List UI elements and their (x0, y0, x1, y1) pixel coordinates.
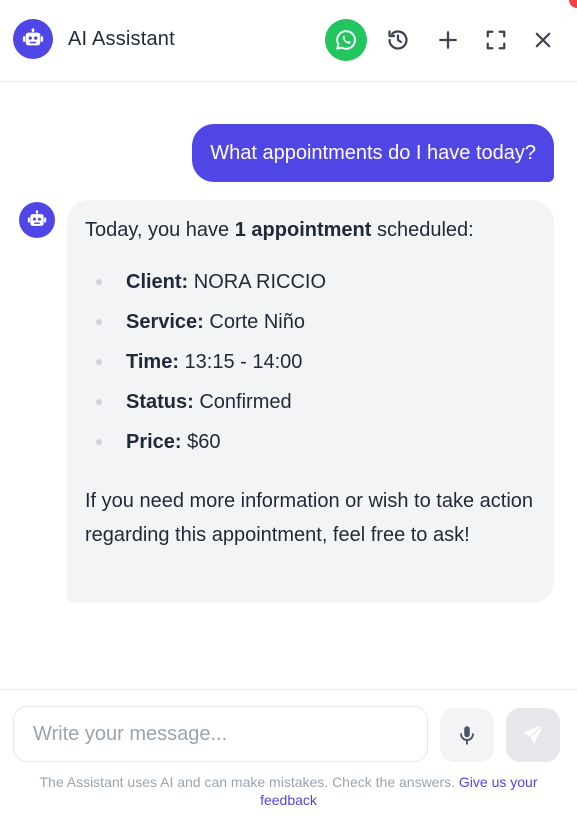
chat-header: AI Assistant (0, 0, 577, 82)
plus-icon (439, 31, 457, 49)
intro-text: Today, you have (85, 219, 235, 241)
detail-client: Client: NORA RICCIO (85, 262, 536, 302)
detail-time: Time: 13:15 - 14:00 (85, 342, 536, 382)
detail-price: Price: $60 (85, 422, 536, 462)
whatsapp-button[interactable] (325, 19, 367, 61)
close-button[interactable] (522, 20, 564, 60)
detail-label: Price: (126, 431, 182, 453)
assistant-avatar (13, 19, 53, 59)
bot-intro: Today, you have 1 appointment scheduled: (85, 216, 536, 244)
bot-outro: If you need more information or wish to … (85, 490, 534, 546)
detail-value: NORA RICCIO (188, 271, 327, 293)
detail-value: 13:15 - 14:00 (178, 351, 303, 373)
history-button[interactable] (377, 20, 419, 60)
bot-avatar (19, 202, 55, 238)
history-icon (388, 30, 408, 50)
disclaimer-text: The Assistant uses AI and can make mista… (39, 774, 456, 790)
intro-bold-text: 1 appointment (234, 219, 372, 241)
send-button[interactable] (506, 708, 560, 762)
message-input-wrapper (13, 706, 428, 762)
detail-label: Time: (126, 351, 179, 373)
detail-value: $60 (181, 431, 221, 453)
appointment-details: Client: NORA RICCIO Service: Corte Niño … (85, 262, 536, 462)
detail-service: Service: Corte Niño (85, 302, 536, 342)
close-icon (535, 32, 551, 48)
message-input[interactable] (14, 707, 427, 761)
user-message: What appointments do I have today? (192, 124, 554, 182)
fullscreen-button[interactable] (475, 20, 517, 60)
send-icon (522, 724, 544, 745)
chat-title: AI Assistant (68, 28, 175, 50)
robot-icon (22, 28, 44, 46)
detail-label: Status: (126, 391, 194, 413)
intro-text-end: scheduled: (371, 219, 474, 241)
detail-label: Client: (126, 271, 189, 293)
microphone-button[interactable] (440, 708, 494, 762)
ai-disclaimer: The Assistant uses AI and can make mista… (20, 773, 557, 809)
robot-icon (27, 210, 47, 226)
bot-message: Today, you have 1 appointment scheduled:… (67, 200, 554, 603)
microphone-icon (460, 726, 474, 745)
composer: The Assistant uses AI and can make mista… (0, 689, 577, 825)
fullscreen-icon (486, 30, 506, 50)
new-chat-button[interactable] (427, 20, 469, 60)
corner-accent (569, 0, 577, 8)
detail-status: Status: Confirmed (85, 382, 536, 422)
detail-value: Confirmed (193, 391, 292, 413)
detail-label: Service: (126, 311, 204, 333)
whatsapp-icon (336, 30, 356, 50)
detail-value: Corte Niño (203, 311, 305, 333)
